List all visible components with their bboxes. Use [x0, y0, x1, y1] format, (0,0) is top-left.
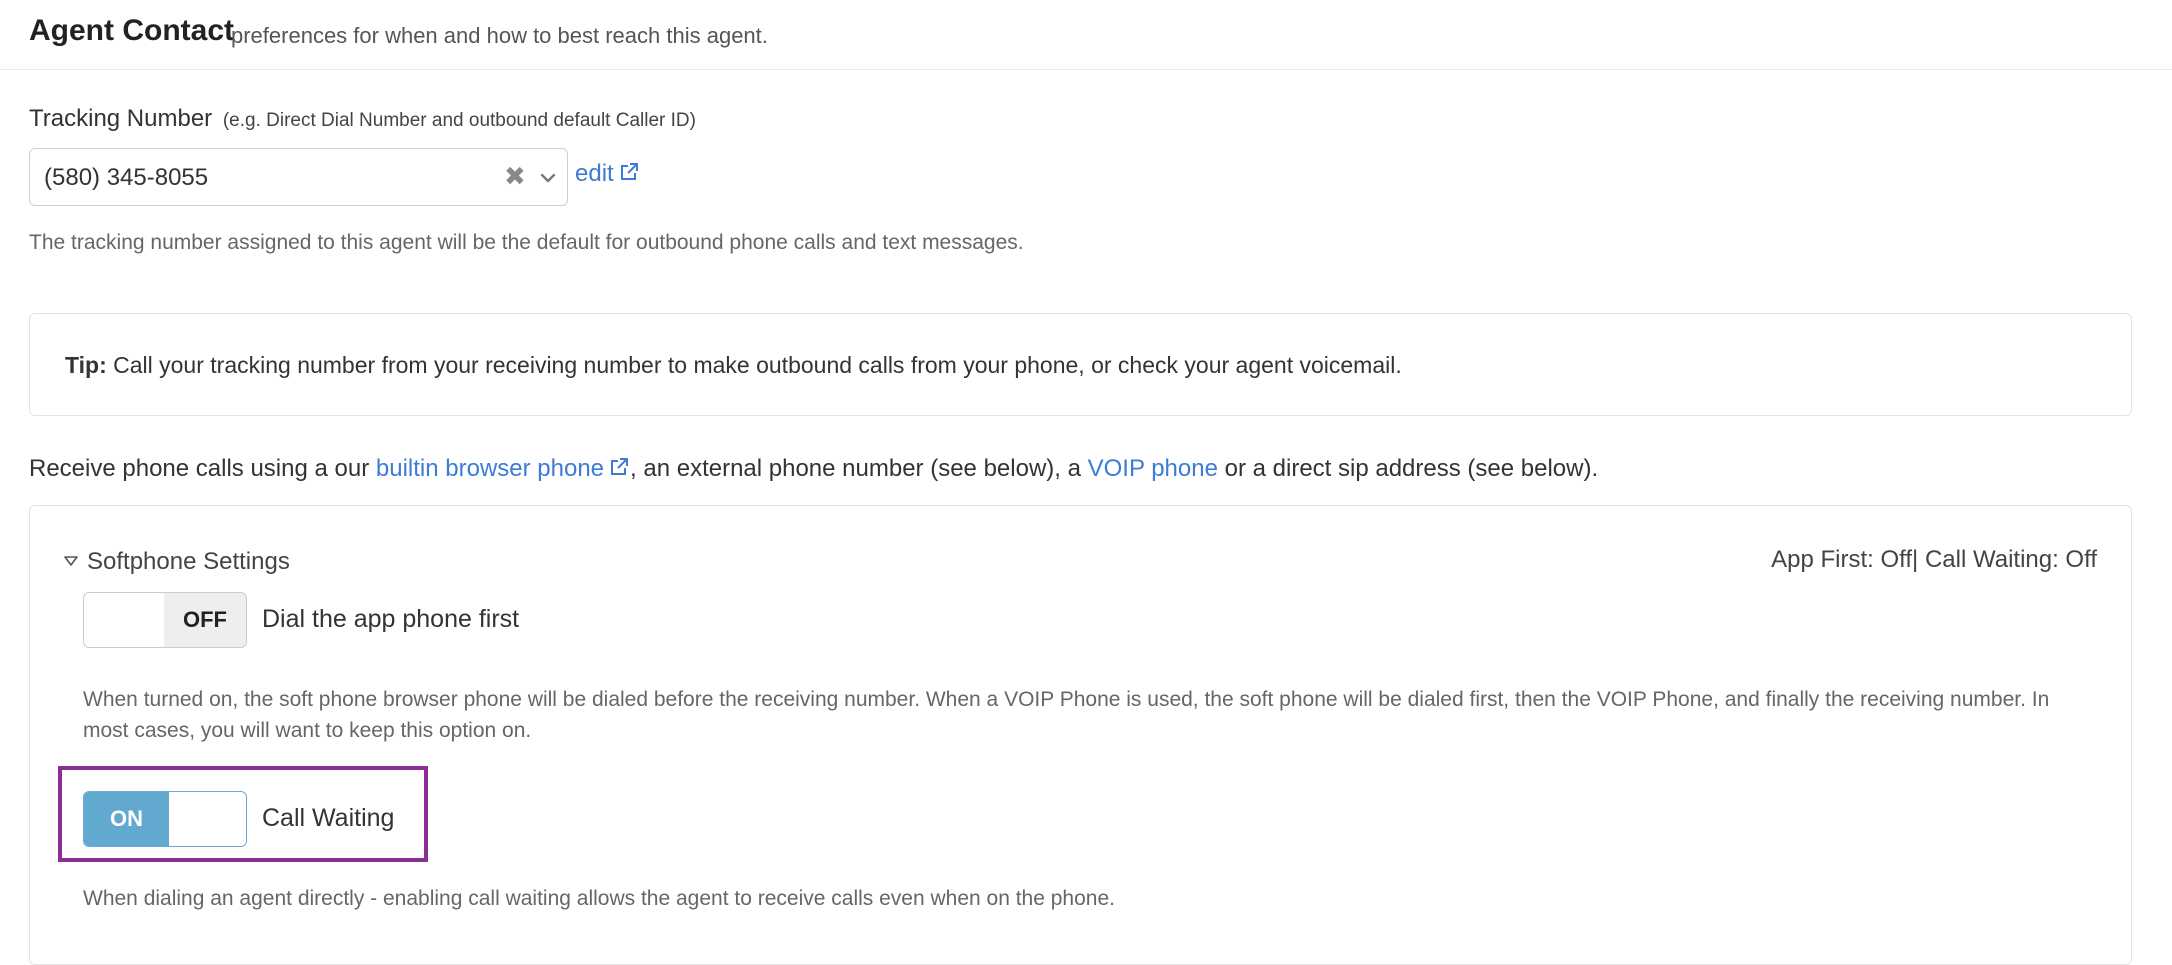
softphone-settings-title: Softphone Settings — [87, 548, 290, 575]
section-header: Agent Contact preferences for when and h… — [0, 0, 2172, 70]
app-first-label: Dial the app phone first — [262, 605, 520, 633]
receive-part-1: Receive phone calls using a our — [29, 455, 376, 482]
browser-phone-link-label: builtin browser phone — [375, 455, 605, 482]
external-link-icon — [608, 456, 630, 485]
receive-part-3: or a direct sip address (see below). — [1217, 455, 1599, 482]
call-waiting-highlight-box — [58, 766, 428, 862]
tracking-number-label-text: Tracking Number — [29, 105, 213, 132]
browser-phone-link[interactable]: builtin browser phone — [376, 455, 630, 482]
tracking-number-label: Tracking Number (e.g. Direct Dial Number… — [29, 105, 696, 133]
page-subtitle: preferences for when and how to best rea… — [231, 23, 768, 48]
tracking-number-select[interactable]: (580) 345-8055 ✖ — [29, 148, 568, 206]
receive-part-2: , an external phone number (see below), … — [630, 455, 1088, 482]
external-link-icon — [618, 161, 640, 190]
tracking-number-value: (580) 345-8055 — [44, 164, 209, 191]
call-waiting-help: When dialing an agent directly - enablin… — [83, 887, 1115, 910]
chevron-down-icon[interactable] — [535, 165, 561, 191]
app-first-switch[interactable]: OFF — [83, 592, 247, 648]
softphone-settings-panel: Softphone Settings App First: Off| Call … — [29, 505, 2132, 965]
softphone-settings-summary: App First: Off| Call Waiting: Off — [1771, 546, 2097, 573]
tip-text: Tip: Call your tracking number from your… — [65, 352, 1402, 379]
receive-calls-text: Receive phone calls using a our builtin … — [29, 455, 1598, 485]
tip-body: Call your tracking number from your rece… — [106, 352, 1402, 378]
triangle-down-icon — [63, 546, 79, 574]
voip-phone-link[interactable]: VOIP phone — [1088, 455, 1218, 482]
app-first-help: When turned on, the soft phone browser p… — [83, 688, 2050, 742]
edit-tracking-number-link[interactable]: edit — [575, 160, 640, 190]
page-title: Agent Contact — [29, 14, 234, 47]
clear-icon[interactable]: ✖ — [504, 161, 526, 191]
tracking-number-hint: (e.g. Direct Dial Number and outbound de… — [222, 110, 696, 131]
edit-link-label: edit — [575, 160, 614, 187]
tracking-number-help: The tracking number assigned to this age… — [29, 231, 1024, 254]
softphone-settings-toggle[interactable]: Softphone Settings — [63, 546, 290, 576]
tip-box: Tip: Call your tracking number from your… — [29, 313, 2132, 416]
tip-heading: Tip: — [65, 352, 107, 378]
app-first-switch-state: OFF — [164, 593, 246, 647]
